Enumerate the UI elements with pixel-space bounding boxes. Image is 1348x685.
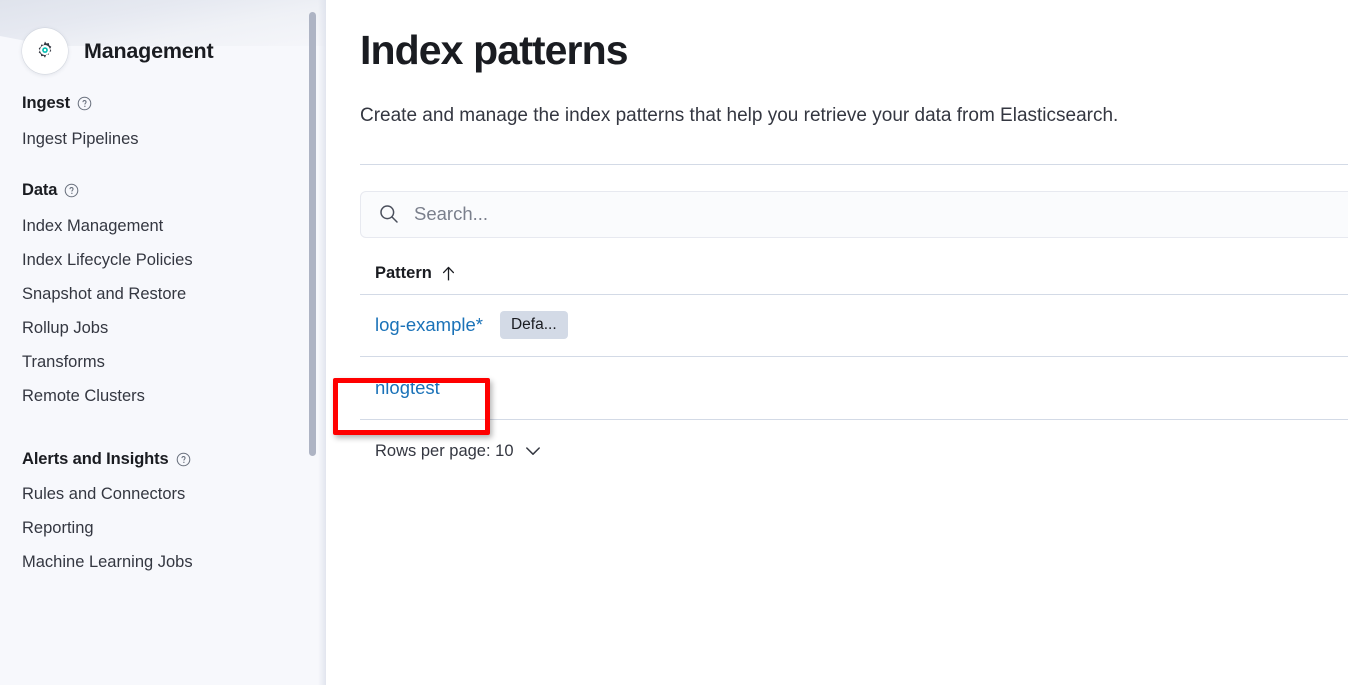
search-icon <box>378 203 400 225</box>
sidebar-item-transforms[interactable]: Transforms <box>0 346 326 380</box>
status-badge: Defa... <box>499 310 568 340</box>
table-column-header-pattern[interactable]: Pattern <box>360 264 1348 294</box>
column-header-label: Pattern <box>375 263 432 282</box>
sidebar-item-index-management[interactable]: Index Management <box>0 209 326 243</box>
divider <box>360 163 1348 165</box>
sidebar-item-rollup-jobs[interactable]: Rollup Jobs <box>0 311 326 345</box>
sidebar-item-ingest-pipelines[interactable]: Ingest Pipelines <box>0 122 326 156</box>
main-content: Index patterns Create and manage the ind… <box>326 0 1348 685</box>
sidebar-group-title-data: Data <box>0 181 326 200</box>
index-pattern-link-nlogtest[interactable]: nlogtest <box>375 377 440 399</box>
sidebar-item-remote-clusters[interactable]: Remote Clusters <box>0 380 326 414</box>
question-circle-icon[interactable] <box>176 452 191 467</box>
sidebar-group-label: Alerts and Insights <box>22 449 169 468</box>
page-description: Create and manage the index patterns tha… <box>360 104 1119 126</box>
table-row[interactable]: log-example* Defa... <box>360 293 1348 357</box>
arrow-up-icon[interactable] <box>441 265 456 282</box>
search-input[interactable] <box>414 203 1314 226</box>
sidebar-group-alerts-and-insights: Alerts and Insights Rules and Connectors… <box>0 450 326 580</box>
index-pattern-link-log-example[interactable]: log-example* <box>375 314 483 336</box>
sidebar-group-title-ingest: Ingest <box>0 94 326 113</box>
sidebar-item-machine-learning-jobs[interactable]: Machine Learning Jobs <box>0 546 326 580</box>
management-index-patterns-screen: Management Ingest Ingest Pipelines Data … <box>0 0 1348 685</box>
question-circle-icon[interactable] <box>64 183 79 198</box>
sidebar-group-title-alerts: Alerts and Insights <box>0 450 326 469</box>
sidebar-group-ingest: Ingest Ingest Pipelines <box>0 94 326 156</box>
sidebar-group-data: Data Index Management Index Lifecycle Po… <box>0 181 326 414</box>
sidebar-header: Management <box>0 0 326 80</box>
sidebar-item-rules-and-connectors[interactable]: Rules and Connectors <box>0 478 326 512</box>
sidebar-group-label: Data <box>22 181 58 200</box>
sidebar-item-index-lifecycle-policies[interactable]: Index Lifecycle Policies <box>0 243 326 277</box>
chevron-down-icon[interactable] <box>525 442 541 461</box>
sidebar-scrollbar-thumb[interactable] <box>309 12 316 456</box>
sidebar-item-reporting[interactable]: Reporting <box>0 512 326 546</box>
page-section-title: Management <box>84 38 214 63</box>
sidebar-scrollbar[interactable] <box>309 0 316 685</box>
table-row[interactable]: nlogtest <box>360 357 1348 420</box>
sidebar-group-label: Ingest <box>22 94 70 112</box>
sidebar-item-snapshot-and-restore[interactable]: Snapshot and Restore <box>0 277 326 311</box>
index-patterns-table: Pattern log-example* Defa... nlogtest <box>360 264 1348 420</box>
search-bar[interactable] <box>360 190 1348 238</box>
page-title: Index patterns <box>360 27 629 73</box>
question-circle-icon[interactable] <box>77 96 92 111</box>
gear-icon <box>22 28 68 74</box>
sidebar: Management Ingest Ingest Pipelines Data … <box>0 0 326 685</box>
rows-per-page-label: Rows per page: 10 <box>375 441 514 460</box>
rows-per-page-selector[interactable]: Rows per page: 10 <box>375 442 541 461</box>
